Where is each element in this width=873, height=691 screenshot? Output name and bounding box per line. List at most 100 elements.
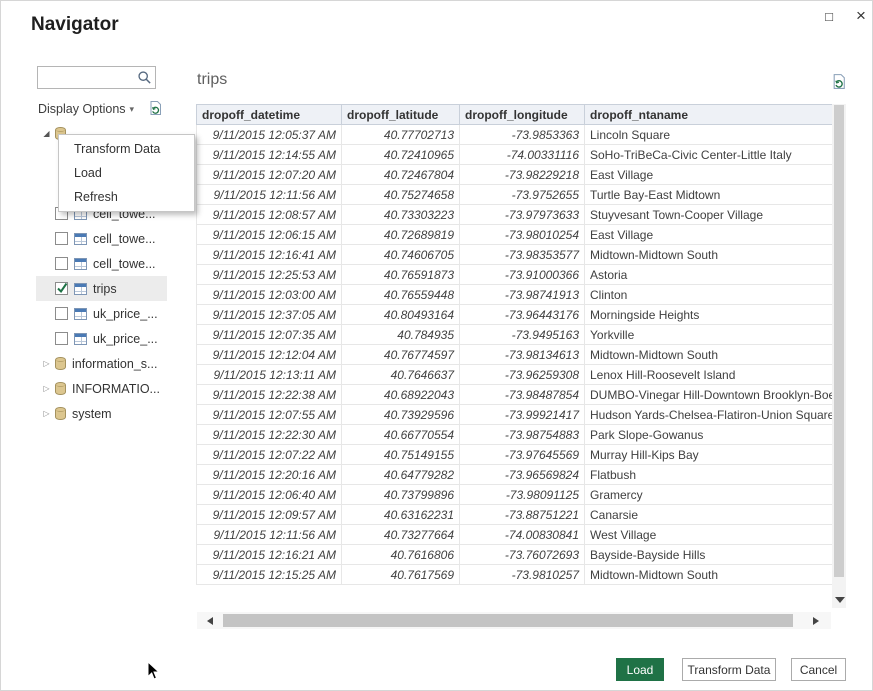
- table-cell: 9/11/2015 12:06:15 AM: [197, 225, 342, 245]
- checkbox[interactable]: [55, 332, 68, 345]
- table-cell: 9/11/2015 12:07:22 AM: [197, 445, 342, 465]
- cancel-button[interactable]: Cancel: [791, 658, 846, 681]
- maximize-button[interactable]: □: [817, 5, 841, 27]
- table-cell: Lenox Hill-Roosevelt Island: [585, 365, 833, 385]
- database-icon: [55, 407, 66, 420]
- table-cell: 9/11/2015 12:37:05 AM: [197, 305, 342, 325]
- table-cell: 9/11/2015 12:03:00 AM: [197, 285, 342, 305]
- table-cell: West Village: [585, 525, 833, 545]
- tree-item-informatio[interactable]: ▷ INFORMATIO...: [36, 376, 167, 401]
- table-cell: 9/11/2015 12:06:40 AM: [197, 485, 342, 505]
- checkbox[interactable]: [55, 257, 68, 270]
- table-cell: 9/11/2015 12:22:38 AM: [197, 385, 342, 405]
- table-icon: [74, 233, 87, 245]
- expand-arrow-icon[interactable]: ▷: [40, 384, 53, 393]
- table-cell: 40.72467804: [342, 165, 460, 185]
- database-icon: [55, 382, 66, 395]
- table-cell: 40.68922043: [342, 385, 460, 405]
- scroll-down-icon[interactable]: [835, 597, 845, 603]
- table-cell: 40.73277664: [342, 525, 460, 545]
- tree-item-cell-towe[interactable]: cell_towe...: [36, 226, 167, 251]
- database-icon: [55, 357, 66, 370]
- table-cell: 40.76774597: [342, 345, 460, 365]
- transform-data-button[interactable]: Transform Data: [682, 658, 776, 681]
- checkbox-checked[interactable]: [55, 282, 68, 295]
- table-cell: Astoria: [585, 265, 833, 285]
- menu-item-refresh[interactable]: Refresh: [59, 185, 194, 209]
- table-row: 9/11/2015 12:06:15 AM40.72689819-73.9801…: [197, 225, 833, 245]
- scroll-left-icon[interactable]: [207, 617, 213, 625]
- data-preview-grid: dropoff_datetimedropoff_latitudedropoff_…: [196, 104, 833, 585]
- preview-table: dropoff_datetimedropoff_latitudedropoff_…: [196, 104, 832, 585]
- horizontal-scroll-thumb[interactable]: [223, 614, 793, 627]
- table-cell: 40.7616806: [342, 545, 460, 565]
- table-cell: -73.96259308: [460, 365, 585, 385]
- tree-item-information-s[interactable]: ▷information_s...: [36, 351, 167, 376]
- refresh-preview-icon[interactable]: [831, 73, 848, 90]
- table-cell: 40.73799896: [342, 485, 460, 505]
- table-cell: East Village: [585, 225, 833, 245]
- refresh-icon[interactable]: [148, 100, 164, 116]
- vertical-scroll-thumb[interactable]: [834, 105, 844, 577]
- navigator-dialog: Navigator □ × Display Options ▾ ◢ cell_to…: [0, 0, 873, 691]
- tree-item-system[interactable]: ▷ system: [36, 401, 167, 426]
- tree-item-uk-price[interactable]: uk_price_...: [36, 301, 167, 326]
- display-options-dropdown[interactable]: Display Options ▾: [38, 102, 134, 116]
- tree-item-trips[interactable]: trips: [36, 276, 167, 301]
- dialog-title: Navigator: [31, 14, 119, 36]
- checkbox[interactable]: [55, 307, 68, 320]
- table-cell: 40.80493164: [342, 305, 460, 325]
- vertical-scrollbar[interactable]: [832, 104, 846, 608]
- horizontal-scrollbar[interactable]: [197, 612, 831, 629]
- tree-item-label: uk_price_...: [93, 332, 158, 346]
- checkbox[interactable]: [55, 232, 68, 245]
- table-cell: -73.96569824: [460, 465, 585, 485]
- preview-title: trips: [197, 71, 227, 89]
- column-header: dropoff_datetime: [197, 105, 342, 125]
- table-cell: -73.91000366: [460, 265, 585, 285]
- table-cell: 9/11/2015 12:22:30 AM: [197, 425, 342, 445]
- table-cell: 40.63162231: [342, 505, 460, 525]
- table-cell: 9/11/2015 12:16:41 AM: [197, 245, 342, 265]
- table-icon: [74, 258, 87, 270]
- table-cell: Murray Hill-Kips Bay: [585, 445, 833, 465]
- table-cell: 9/11/2015 12:16:21 AM: [197, 545, 342, 565]
- table-row: 9/11/2015 12:03:00 AM40.76559448-73.9874…: [197, 285, 833, 305]
- table-cell: Bayside-Bayside Hills: [585, 545, 833, 565]
- table-icon: [74, 308, 87, 320]
- table-cell: -73.98091125: [460, 485, 585, 505]
- table-row: 9/11/2015 12:20:16 AM40.64779282-73.9656…: [197, 465, 833, 485]
- table-cell: -73.98353577: [460, 245, 585, 265]
- table-cell: 9/11/2015 12:11:56 AM: [197, 185, 342, 205]
- tree-item-label: uk_price_...: [93, 307, 158, 321]
- table-cell: -73.97645569: [460, 445, 585, 465]
- close-button[interactable]: ×: [849, 5, 873, 27]
- tree-item-label: system: [72, 407, 112, 421]
- expand-arrow-icon[interactable]: ▷: [40, 359, 53, 368]
- table-cell: 9/11/2015 12:07:20 AM: [197, 165, 342, 185]
- search-input[interactable]: [40, 68, 132, 87]
- table-cell: 40.7617569: [342, 565, 460, 585]
- table-row: 9/11/2015 12:13:11 AM40.7646637-73.96259…: [197, 365, 833, 385]
- column-header: dropoff_longitude: [460, 105, 585, 125]
- menu-item-load[interactable]: Load: [59, 161, 194, 185]
- table-row: 9/11/2015 12:12:04 AM40.76774597-73.9813…: [197, 345, 833, 365]
- table-cell: Flatbush: [585, 465, 833, 485]
- load-button[interactable]: Load: [616, 658, 664, 681]
- menu-item-transform-data[interactable]: Transform Data: [59, 137, 194, 161]
- tree-item-label: INFORMATIO...: [72, 382, 160, 396]
- table-cell: 40.72689819: [342, 225, 460, 245]
- scroll-right-icon[interactable]: [813, 617, 819, 625]
- table-row: 9/11/2015 12:11:56 AM40.73277664-74.0083…: [197, 525, 833, 545]
- tree-item-cell-towe[interactable]: cell_towe...: [36, 251, 167, 276]
- tree-item-label: cell_towe...: [93, 257, 156, 271]
- expand-arrow-icon[interactable]: ▷: [40, 409, 53, 418]
- collapse-arrow-icon[interactable]: ◢: [40, 129, 53, 138]
- table-cell: 9/11/2015 12:11:56 AM: [197, 525, 342, 545]
- table-cell: 9/11/2015 12:13:11 AM: [197, 365, 342, 385]
- table-cell: Gramercy: [585, 485, 833, 505]
- tree-item-uk-price[interactable]: uk_price_...: [36, 326, 167, 351]
- table-cell: -73.96443176: [460, 305, 585, 325]
- table-row: 9/11/2015 12:07:35 AM40.784935-73.949516…: [197, 325, 833, 345]
- table-cell: 40.75149155: [342, 445, 460, 465]
